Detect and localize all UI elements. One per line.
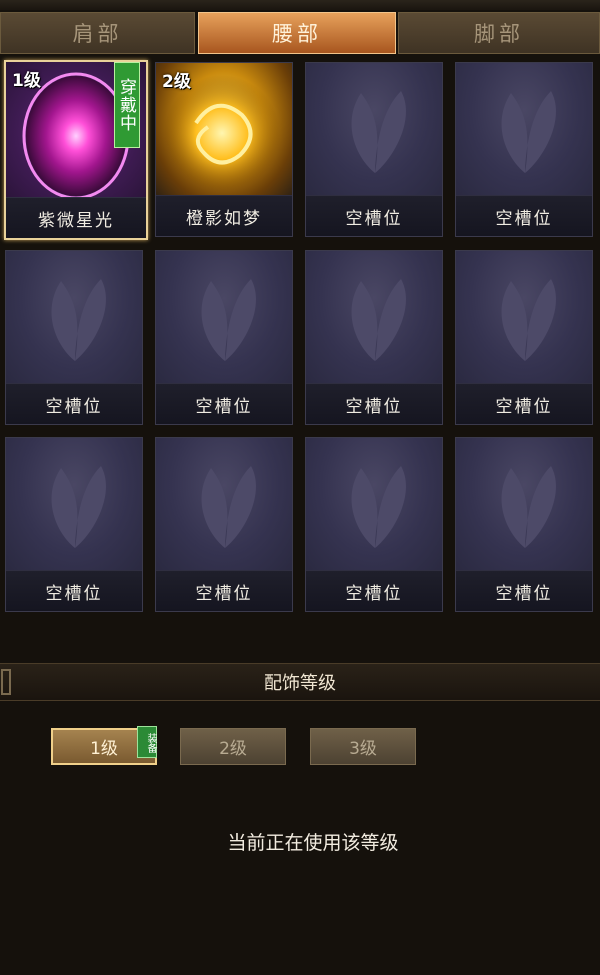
butterfly-icon [456, 438, 592, 573]
top-border [0, 0, 600, 10]
item-name: 空槽位 [306, 383, 442, 424]
accessory-slot-4[interactable]: 空槽位 [455, 62, 593, 237]
item-name: 空槽位 [456, 570, 592, 611]
butterfly-icon [6, 438, 142, 573]
butterfly-icon [156, 251, 292, 386]
equipped-tag: 装备 [137, 726, 157, 758]
accessory-slot-6[interactable]: 空槽位 [155, 250, 293, 425]
level-2-button[interactable]: 2级 [180, 728, 286, 765]
item-name: 空槽位 [306, 195, 442, 236]
accessory-slot-7[interactable]: 空槽位 [305, 250, 443, 425]
accessory-slot-8[interactable]: 空槽位 [455, 250, 593, 425]
butterfly-icon [456, 251, 592, 386]
accessory-slot-2[interactable]: 2级 橙影如梦 [155, 62, 293, 237]
item-name: 空槽位 [456, 195, 592, 236]
tab-shoulder[interactable]: 肩部 [0, 12, 195, 54]
tab-bar: 肩部 腰部 脚部 [0, 12, 600, 56]
item-name: 空槽位 [6, 383, 142, 424]
butterfly-icon [306, 63, 442, 198]
wearing-badge: 穿戴中 [114, 62, 140, 148]
accessory-slot-10[interactable]: 空槽位 [155, 437, 293, 612]
tab-foot[interactable]: 脚部 [398, 12, 600, 54]
item-level: 2级 [162, 72, 191, 92]
status-text: 当前正在使用该等级 [227, 832, 399, 854]
level-3-button[interactable]: 3级 [310, 728, 416, 765]
accessory-slot-5[interactable]: 空槽位 [5, 250, 143, 425]
butterfly-icon [6, 251, 142, 386]
accessory-slot-1[interactable]: 1级 穿戴中 紫微星光 [4, 60, 148, 240]
accessory-slot-3[interactable]: 空槽位 [305, 62, 443, 237]
item-name: 紫微星光 [6, 197, 146, 238]
section-title: 配饰等级 [264, 673, 336, 694]
item-name: 空槽位 [6, 570, 142, 611]
item-name: 空槽位 [456, 383, 592, 424]
item-name: 橙影如梦 [156, 195, 292, 236]
butterfly-icon [306, 251, 442, 386]
frame-ornament-icon [1, 669, 11, 695]
butterfly-icon [156, 438, 292, 573]
butterfly-icon [306, 438, 442, 573]
item-name: 空槽位 [156, 383, 292, 424]
item-level: 1级 [12, 71, 41, 91]
tab-waist[interactable]: 腰部 [198, 12, 396, 54]
accessory-slot-9[interactable]: 空槽位 [5, 437, 143, 612]
accessory-slot-11[interactable]: 空槽位 [305, 437, 443, 612]
section-header: 配饰等级 [0, 663, 600, 701]
accessory-slot-12[interactable]: 空槽位 [455, 437, 593, 612]
item-name: 空槽位 [306, 570, 442, 611]
item-name: 空槽位 [156, 570, 292, 611]
butterfly-icon [456, 63, 592, 198]
